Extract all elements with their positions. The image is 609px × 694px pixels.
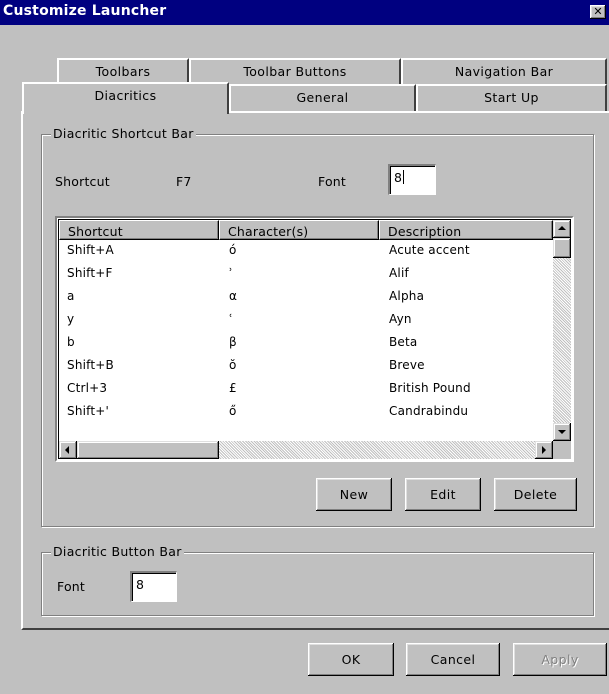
button-label: Delete [513,487,558,502]
cell-characters: α [229,289,238,303]
tab-diacritics[interactable]: Diacritics [22,82,229,114]
ok-button[interactable]: OK [308,643,394,676]
vertical-scroll-thumb[interactable] [553,238,571,258]
arrow-down-icon [558,430,566,434]
scroll-right-button[interactable] [535,441,553,459]
cell-characters: ʿ [229,312,233,326]
button-label: Apply [541,652,579,667]
button-bar-font-label: Font [57,579,86,594]
scroll-down-button[interactable] [553,423,571,441]
tab-label: Toolbars [95,64,151,79]
column-header-characters[interactable]: Character(s) [219,220,379,240]
button-label: Edit [430,487,456,502]
scroll-left-button[interactable] [59,441,77,459]
cell-description: Alpha [389,289,425,303]
cell-characters: ő [229,404,237,418]
table-row[interactable]: Shift+' ő Candrabindu [59,401,549,424]
tab-start-up[interactable]: Start Up [416,84,607,112]
edit-button[interactable]: Edit [405,478,481,511]
cell-characters: £ [229,381,237,395]
button-label: OK [341,652,361,667]
apply-button[interactable]: Apply [513,643,607,676]
tab-label: General [296,90,349,105]
horizontal-scroll-thumb[interactable] [77,441,219,459]
arrow-up-icon [558,226,566,230]
table-row[interactable]: Shift+B ŏ Breve [59,355,549,378]
tab-label: Diacritics [94,88,157,103]
cell-description: Candrabindu [389,404,469,418]
button-bar-legend: Diacritic Button Bar [51,544,184,559]
cell-characters: β [229,335,237,349]
cell-description: Ayn [389,312,412,326]
cell-description: Breve [389,358,425,372]
text-cursor [402,170,404,184]
cell-shortcut: Shift+A [67,243,114,257]
table-row[interactable]: y ʿ Ayn [59,309,549,332]
scrollbar-corner [553,441,571,459]
shortcut-list[interactable]: Shortcut Character(s) Description Shift+… [55,216,574,462]
cell-description: British Pound [389,381,471,395]
font-label: Font [318,174,347,189]
close-button[interactable]: ✕ [590,5,606,19]
cell-description: Alif [389,266,409,280]
title-bar[interactable]: Customize Launcher ✕ [0,0,609,25]
tab-navigation-bar[interactable]: Navigation Bar [401,58,607,86]
column-title: Character(s) [228,224,309,239]
column-header-description[interactable]: Description [379,220,553,240]
cell-shortcut: Ctrl+3 [67,381,108,395]
close-icon: ✕ [593,5,603,18]
tab-label: Start Up [484,90,539,105]
table-row[interactable]: Shift+A ó Acute accent [59,240,549,263]
column-title: Description [388,224,462,239]
window-title: Customize Launcher [3,3,167,19]
tab-general[interactable]: General [229,84,416,112]
cell-characters: ʾ [229,266,233,280]
button-bar-font-value: 8 [136,577,144,592]
shortcut-label: Shortcut [55,174,110,189]
arrow-left-icon [65,446,69,454]
cancel-button[interactable]: Cancel [406,643,500,676]
cell-shortcut: b [67,335,75,349]
column-header-shortcut[interactable]: Shortcut [59,220,219,240]
cell-shortcut: Shift+F [67,266,113,280]
cell-characters: ŏ [229,358,237,372]
button-label: New [339,487,369,502]
tab-label: Navigation Bar [454,64,554,79]
cell-characters: ó [229,243,237,257]
scroll-up-button[interactable] [553,220,571,238]
cell-shortcut: y [67,312,75,326]
shortcut-list-body: Shortcut Character(s) Description Shift+… [58,219,571,459]
cell-description: Acute accent [389,243,470,257]
cell-shortcut: a [67,289,75,303]
table-row[interactable]: a α Alpha [59,286,549,309]
table-row[interactable]: Shift+F ʾ Alif [59,263,549,286]
button-bar-font-field[interactable]: 8 [130,571,177,602]
table-row[interactable]: Ctrl+3 £ British Pound [59,378,549,401]
tab-label: Toolbar Buttons [243,64,347,79]
shortcut-font-value: 8 [394,170,402,185]
shortcut-bar-legend: Diacritic Shortcut Bar [51,126,196,141]
button-bar-group [41,552,594,616]
cell-description: Beta [389,335,418,349]
cell-shortcut: Shift+' [67,404,110,418]
delete-button[interactable]: Delete [494,478,577,511]
customize-launcher-dialog: Customize Launcher ✕ Toolbars Toolbar Bu… [0,0,609,694]
table-row[interactable]: b β Beta [59,332,549,355]
arrow-right-icon [542,446,546,454]
shortcut-font-field[interactable]: 8 [388,164,436,195]
new-button[interactable]: New [316,478,392,511]
button-label: Cancel [430,652,476,667]
cell-shortcut: Shift+B [67,358,114,372]
column-title: Shortcut [68,224,123,239]
shortcut-value: F7 [176,174,192,189]
